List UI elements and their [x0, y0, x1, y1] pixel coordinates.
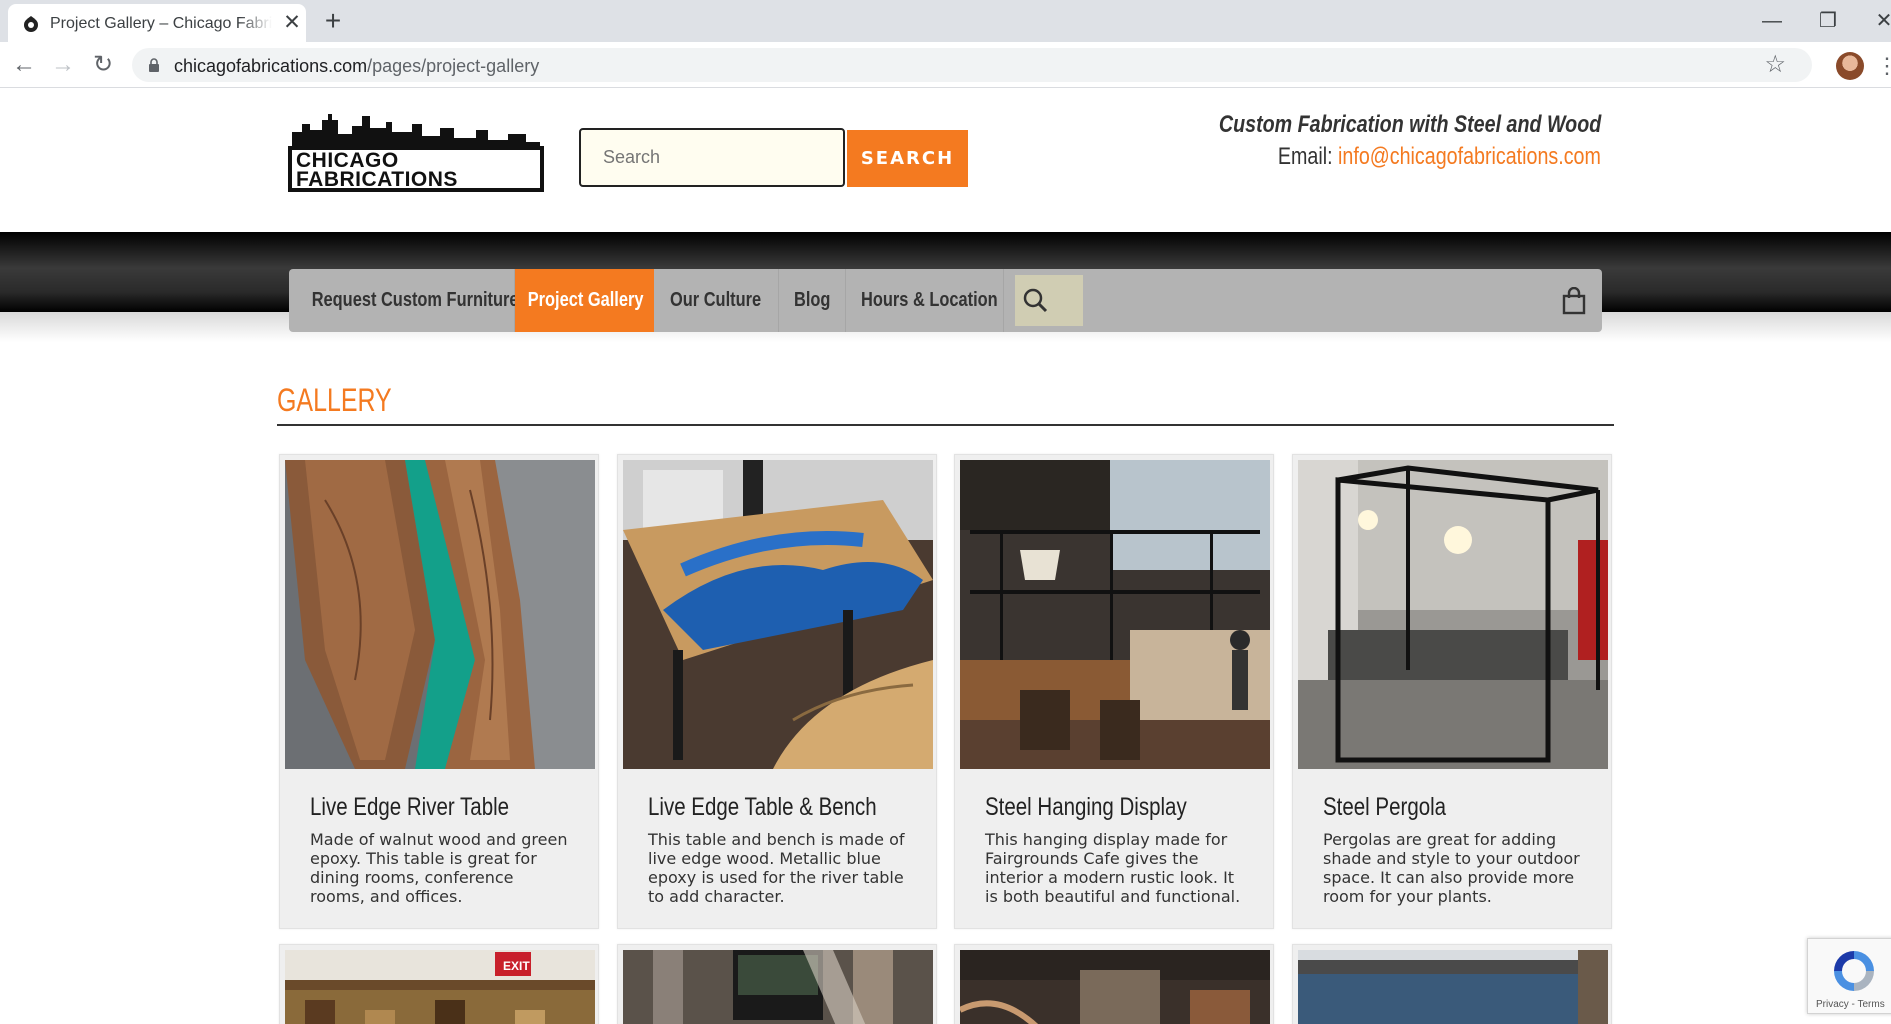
card-image[interactable]	[960, 460, 1270, 769]
window-close-icon[interactable]: ✕	[1861, 4, 1891, 38]
back-icon[interactable]: ←	[8, 49, 40, 81]
reload-icon[interactable]: ↻	[87, 49, 119, 81]
card-title[interactable]: Live Edge River Table	[310, 793, 509, 822]
card-title[interactable]: Steel Pergola	[1323, 793, 1446, 822]
card-image[interactable]	[960, 950, 1270, 1024]
restore-icon[interactable]: ❐	[1805, 4, 1851, 38]
tab-title: Project Gallery – Chicago Fabrications	[50, 15, 272, 33]
forward-icon[interactable]: →	[47, 49, 79, 81]
site-logo[interactable]: CHICAGO FABRICATIONS	[288, 110, 544, 194]
url-host: chicagofabrications.com	[174, 56, 368, 76]
gallery-card-steel-pergola[interactable]: Steel Pergola Pergolas are great for add…	[1292, 454, 1612, 929]
card-image[interactable]: EXIT	[285, 950, 595, 1024]
card-description: This hanging display made for Fairground…	[985, 830, 1241, 906]
url-text: chicagofabrications.com/pages/project-ga…	[174, 56, 539, 77]
gallery-card[interactable]	[617, 944, 937, 1024]
logo-line-2: FABRICATIONS	[296, 168, 458, 191]
bookmark-star-icon[interactable]: ☆	[1764, 52, 1786, 78]
shopping-bag-icon[interactable]	[1561, 287, 1587, 315]
gallery-title: GALLERY	[277, 382, 392, 418]
skyline-logo-icon	[292, 114, 540, 150]
email-link[interactable]: info@chicagofabrications.com	[1338, 143, 1601, 170]
browser-toolbar: ← → ↻ chicagofabrications.com/pages/proj…	[0, 42, 1891, 88]
browser-tab[interactable]: Project Gallery – Chicago Fabrications ✕	[8, 4, 306, 42]
gallery-card[interactable]	[1292, 944, 1612, 1024]
profile-avatar[interactable]	[1836, 52, 1864, 80]
main-nav: Request Custom Furniture Project Gallery…	[289, 269, 1602, 332]
minimize-icon[interactable]: —	[1749, 4, 1795, 38]
header-tagline: Custom Fabrication with Steel and Wood	[1218, 111, 1601, 138]
logo-wordmark: CHICAGO FABRICATIONS	[288, 146, 544, 192]
recaptcha-badge[interactable]: Privacy - Terms	[1807, 938, 1891, 1014]
header-email-line: Email: info@chicagofabrications.com	[1278, 143, 1601, 171]
card-image[interactable]	[1298, 460, 1608, 769]
card-image[interactable]	[1298, 950, 1608, 1024]
url-path: /pages/project-gallery	[367, 56, 540, 76]
nav-item-our-culture[interactable]: Our Culture	[654, 269, 779, 332]
card-description: Pergolas are great for adding shade and …	[1323, 830, 1580, 906]
search-icon	[1023, 288, 1048, 313]
card-image[interactable]	[623, 460, 933, 769]
nav-item-project-gallery[interactable]: Project Gallery	[515, 269, 654, 332]
recaptcha-terms[interactable]: Privacy - Terms	[1816, 999, 1885, 1010]
nav-label: Hours & Location	[861, 289, 998, 311]
site-favicon-icon	[24, 16, 38, 32]
nav-label: Request Custom Furniture	[311, 289, 519, 311]
nav-item-hours-location[interactable]: Hours & Location	[846, 269, 1004, 332]
gallery-card-live-edge-river-table[interactable]: Live Edge River Table Made of walnut woo…	[279, 454, 599, 929]
card-image[interactable]	[285, 460, 595, 769]
card-description: Made of walnut wood and green epoxy. Thi…	[310, 830, 568, 906]
card-title[interactable]: Live Edge Table & Bench	[648, 793, 877, 822]
gallery-card-live-edge-table-bench[interactable]: Live Edge Table & Bench This table and b…	[617, 454, 937, 929]
recaptcha-icon	[1834, 951, 1874, 991]
header-search-button[interactable]: SEARCH	[847, 130, 968, 187]
gallery-divider	[277, 424, 1614, 426]
gallery-card-steel-hanging-display[interactable]: Steel Hanging Display This hanging displ…	[954, 454, 1274, 929]
nav-item-request-custom-furniture[interactable]: Request Custom Furniture	[289, 269, 519, 332]
card-image[interactable]	[623, 950, 933, 1024]
nav-label: Blog	[793, 289, 831, 311]
email-label: Email:	[1278, 143, 1339, 170]
nav-search-button[interactable]	[1015, 275, 1083, 326]
browser-tab-bar: Project Gallery – Chicago Fabrications ✕…	[0, 0, 1891, 42]
page-content: CHICAGO FABRICATIONS SEARCH Custom Fabri…	[0, 88, 1891, 1024]
gallery-card[interactable]: EXIT	[279, 944, 599, 1024]
nav-label: Our Culture	[670, 289, 762, 311]
gallery-card[interactable]	[954, 944, 1274, 1024]
new-tab-button[interactable]: +	[318, 6, 348, 36]
card-title[interactable]: Steel Hanging Display	[985, 793, 1187, 822]
lock-icon	[149, 58, 159, 72]
card-description: This table and bench is made of live edg…	[648, 830, 905, 906]
address-bar[interactable]: chicagofabrications.com/pages/project-ga…	[132, 48, 1812, 82]
svg-text:EXIT: EXIT	[503, 959, 530, 973]
nav-item-blog[interactable]: Blog	[779, 269, 846, 332]
browser-menu-icon[interactable]: ⋮	[1876, 54, 1891, 78]
tab-close-icon[interactable]: ✕	[281, 12, 303, 34]
header-search-input[interactable]	[579, 128, 845, 187]
nav-label: Project Gallery	[527, 289, 644, 311]
